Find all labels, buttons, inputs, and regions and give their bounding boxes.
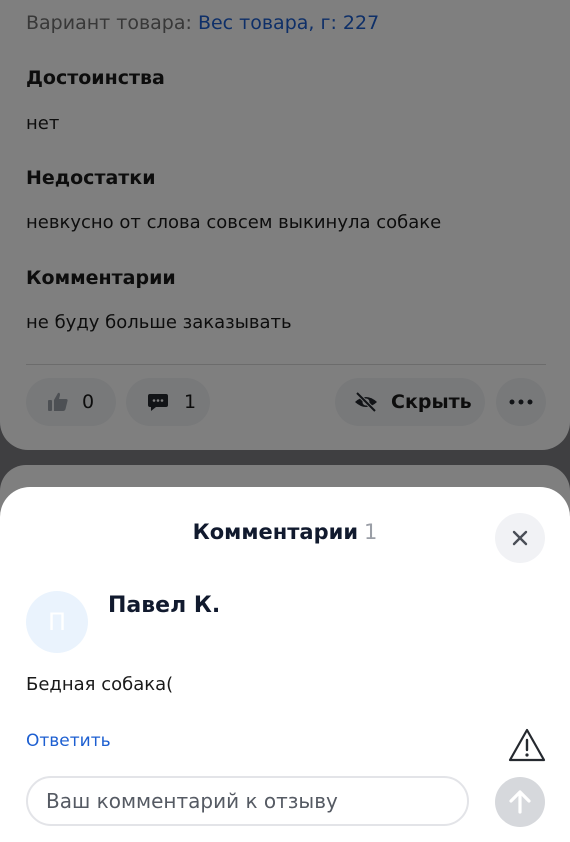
close-button[interactable] bbox=[495, 513, 545, 563]
close-icon bbox=[512, 530, 528, 546]
send-button[interactable] bbox=[495, 777, 545, 827]
reply-link[interactable]: Ответить bbox=[26, 731, 111, 751]
sheet-comment-count: 1 bbox=[364, 520, 378, 544]
report-button[interactable] bbox=[507, 727, 547, 763]
sheet-title-text: Комментарии bbox=[192, 520, 359, 544]
comment-text: Бедная собака( bbox=[26, 674, 174, 695]
comment-author: Павел К. bbox=[108, 593, 221, 618]
warning-triangle-icon bbox=[508, 728, 546, 762]
sheet-title: Комментарии 1 bbox=[0, 520, 570, 544]
comment-input[interactable] bbox=[26, 776, 469, 826]
avatar: П bbox=[26, 591, 88, 653]
arrow-up-icon bbox=[509, 790, 531, 814]
